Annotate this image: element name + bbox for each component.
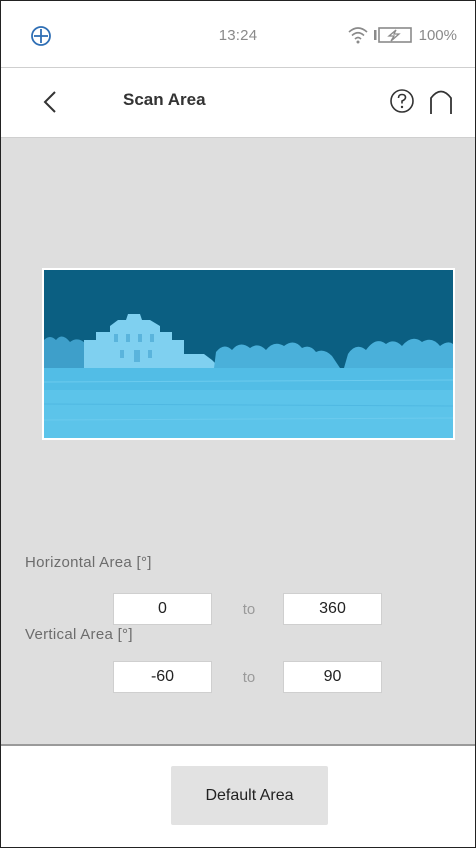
vertical-to-label: to <box>242 669 256 686</box>
app-header: Scan Area <box>1 68 475 136</box>
status-bar: 13:24 100% <box>1 1 475 67</box>
horizontal-to-input[interactable] <box>283 593 382 625</box>
horizontal-to-label: to <box>242 601 256 618</box>
home-icon[interactable] <box>427 86 455 116</box>
help-icon[interactable] <box>389 88 415 114</box>
horizontal-area-label: Horizontal Area [°] <box>25 554 152 571</box>
wifi-icon <box>348 27 368 44</box>
footer-bar: Default Area <box>1 746 475 847</box>
scan-area-panel: Horizontal Area [°] to Vertical Area [°]… <box>1 138 475 744</box>
status-indicators: 100% <box>347 23 457 47</box>
battery-charging-icon <box>373 27 412 43</box>
battery-percent: 100% <box>418 26 457 44</box>
back-icon[interactable] <box>37 86 65 118</box>
vertical-to-input[interactable] <box>283 661 382 693</box>
scan-preview-image[interactable] <box>42 268 455 440</box>
horizontal-from-input[interactable] <box>113 593 212 625</box>
vertical-from-input[interactable] <box>113 661 212 693</box>
app-frame: 13:24 100% Scan Area Horizontal Area [°]… <box>0 0 476 848</box>
default-area-button[interactable]: Default Area <box>171 766 328 825</box>
page-title: Scan Area <box>123 90 206 109</box>
vertical-area-label: Vertical Area [°] <box>25 626 133 643</box>
